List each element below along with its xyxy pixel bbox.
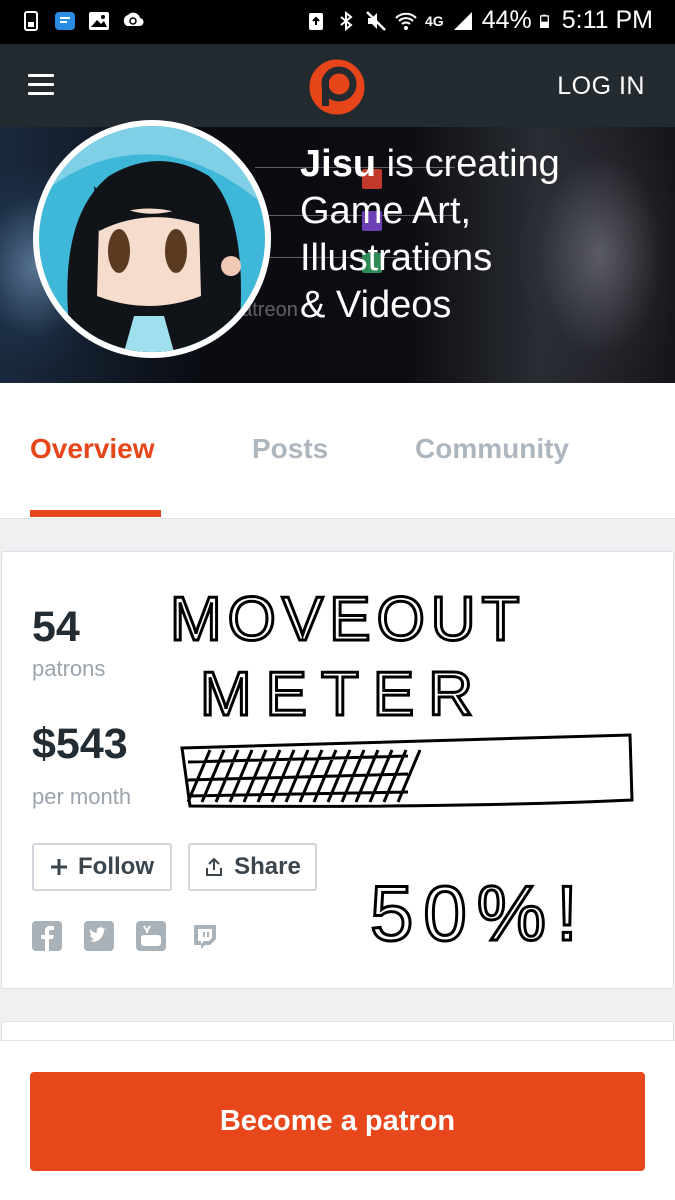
- status-bar-system: 4G 44% 5:11 PM: [305, 6, 653, 35]
- status-bar-notifications: [20, 10, 144, 32]
- monthly-amount: $543: [32, 720, 128, 768]
- patreon-app-screen: 4G 44% 5:11 PM LOG IN Jisu is creating G…: [0, 0, 675, 1200]
- recycle-icon: [309, 12, 324, 30]
- handwritten-line1: MOVEOUT: [170, 585, 525, 654]
- sync-icon: [123, 12, 144, 27]
- headline-part: & Videos: [300, 284, 452, 326]
- meter-fill-scribble: [186, 749, 422, 803]
- patreon-logo[interactable]: [308, 58, 366, 116]
- bluetooth-icon: [340, 10, 353, 31]
- patrons-label: patrons: [32, 656, 106, 681]
- moveout-meter-drawing: MOVEOUT METER 50%!: [169, 584, 634, 959]
- creator-headline: Jisu is creating Game Art, Illustrations…: [300, 141, 560, 329]
- headline-part: is creating: [376, 143, 560, 185]
- become-patron-button[interactable]: Become a patron: [30, 1072, 645, 1171]
- messages-icon: [55, 12, 75, 30]
- clock: 5:11 PM: [561, 6, 653, 34]
- active-tab-indicator: [30, 510, 161, 517]
- status-bar: 4G 44% 5:11 PM: [0, 0, 675, 44]
- gallery-icon: [89, 12, 109, 30]
- avatar[interactable]: [33, 120, 271, 358]
- follow-label: Follow: [78, 853, 154, 880]
- handwritten-line2: METER: [200, 660, 487, 729]
- sim-icon: [24, 11, 38, 31]
- network-type: 4G: [425, 12, 444, 29]
- creator-name: Jisu: [300, 143, 377, 185]
- headline-part: Game Art,: [300, 190, 472, 232]
- creator-tabs: Overview Posts Community: [0, 383, 675, 519]
- tab-overview[interactable]: Overview: [30, 433, 155, 465]
- login-button[interactable]: LOG IN: [557, 72, 645, 101]
- plus-icon: [51, 859, 67, 875]
- follow-button[interactable]: Follow: [32, 843, 172, 891]
- handwritten-percent: 50%!: [370, 869, 588, 957]
- hamburger-icon[interactable]: [28, 74, 54, 96]
- facebook-icon[interactable]: [32, 921, 62, 951]
- mute-icon: [366, 10, 386, 31]
- tab-community[interactable]: Community: [415, 433, 569, 465]
- app-bar: LOG IN: [0, 44, 675, 127]
- bottom-bar: Become a patron: [0, 1040, 675, 1200]
- battery-percentage: 44%: [481, 6, 532, 34]
- tab-posts[interactable]: Posts: [252, 433, 328, 465]
- patrons-count: 54: [32, 603, 80, 651]
- headline-part: Illustrations: [300, 237, 493, 279]
- meter-fill-stroke: [186, 749, 422, 803]
- wifi-icon: [395, 12, 417, 30]
- twitter-icon[interactable]: [84, 921, 114, 951]
- avatar-illustration: [39, 126, 265, 352]
- battery-icon: [539, 14, 549, 28]
- signal-icon: [453, 11, 472, 30]
- monthly-amount-label: per month: [32, 784, 132, 809]
